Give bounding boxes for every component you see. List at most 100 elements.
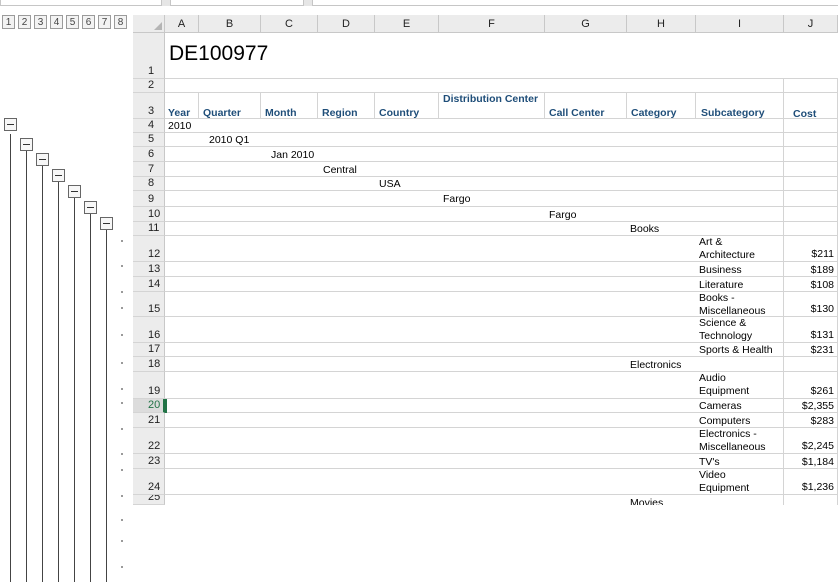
- header-subcategory[interactable]: Subcategory: [699, 107, 767, 119]
- row-header[interactable]: 9: [133, 191, 165, 207]
- header-category[interactable]: Category: [629, 107, 679, 119]
- collapse-quarter-button[interactable]: [20, 138, 33, 151]
- cell-cost[interactable]: $1,236: [784, 481, 836, 493]
- cell-subcategory[interactable]: Electronics - Miscellaneous: [697, 428, 777, 454]
- cell-category[interactable]: Movies: [628, 497, 665, 505]
- cell-category[interactable]: Electronics: [628, 359, 683, 371]
- cell-subcategory[interactable]: Literature: [697, 279, 745, 291]
- cell-cost[interactable]: $131: [784, 329, 836, 341]
- row-header[interactable]: 24: [133, 469, 165, 495]
- cell-cost[interactable]: $2,245: [784, 440, 836, 452]
- column-header-b[interactable]: B: [199, 15, 261, 33]
- header-year[interactable]: Year: [166, 107, 192, 119]
- row-header[interactable]: 10: [133, 207, 165, 222]
- column-header-i[interactable]: I: [696, 15, 784, 33]
- outline-level-3-button[interactable]: 3: [34, 15, 47, 29]
- row-header[interactable]: 18: [133, 357, 165, 372]
- column-header-e[interactable]: E: [375, 15, 439, 33]
- collapse-region-button[interactable]: [52, 169, 65, 182]
- cell-cost[interactable]: $231: [784, 344, 836, 356]
- cell-cost[interactable]: $211: [784, 248, 836, 260]
- outline-level-2-button[interactable]: 2: [18, 15, 31, 29]
- row-header[interactable]: 13: [133, 262, 165, 277]
- cell-category[interactable]: Books: [628, 223, 661, 235]
- row-header[interactable]: 25: [133, 495, 165, 505]
- cell-cost[interactable]: $189: [784, 264, 836, 276]
- row-header[interactable]: 12: [133, 236, 165, 262]
- outline-level-5-button[interactable]: 5: [66, 15, 79, 29]
- row-header[interactable]: 22: [133, 428, 165, 454]
- row-header[interactable]: 6: [133, 147, 165, 162]
- outline-pane: [0, 107, 128, 582]
- column-header-a[interactable]: A: [165, 15, 199, 33]
- row-header[interactable]: 16: [133, 317, 165, 343]
- cell-cost[interactable]: $261: [784, 385, 836, 397]
- row-header[interactable]: 2: [133, 79, 165, 93]
- select-all-corner[interactable]: [133, 15, 165, 33]
- outline-level-1-button[interactable]: 1: [2, 15, 15, 29]
- cell-quarter[interactable]: 2010 Q1: [207, 134, 251, 146]
- cell-subcategory[interactable]: Business: [697, 264, 744, 276]
- cell-subcategory[interactable]: TV's: [697, 456, 722, 468]
- column-header-d[interactable]: D: [318, 15, 375, 33]
- header-region[interactable]: Region: [320, 107, 360, 119]
- cell-cost[interactable]: $130: [784, 303, 836, 315]
- cell-year[interactable]: 2010: [166, 120, 193, 132]
- cell-distribution-center[interactable]: Fargo: [441, 193, 472, 205]
- header-country[interactable]: Country: [377, 107, 421, 119]
- collapse-distribution-center-button[interactable]: [84, 201, 97, 214]
- cell-country[interactable]: USA: [377, 178, 403, 190]
- column-header-f[interactable]: F: [439, 15, 545, 33]
- cell-subcategory[interactable]: Art & Architecture: [697, 236, 781, 262]
- cell-subcategory[interactable]: Sports & Health: [697, 344, 775, 356]
- header-month[interactable]: Month: [263, 107, 299, 119]
- row-header[interactable]: 11: [133, 222, 165, 236]
- row-header[interactable]: 21: [133, 413, 165, 428]
- cell-subcategory[interactable]: Audio Equipment: [697, 372, 757, 398]
- cell-subcategory[interactable]: Video Equipment: [697, 469, 757, 495]
- outline-level-4-button[interactable]: 4: [50, 15, 63, 29]
- row-header-selected[interactable]: 20: [133, 399, 165, 413]
- outline-level-7-button[interactable]: 7: [98, 15, 111, 29]
- name-box[interactable]: [0, 0, 162, 6]
- header-quarter[interactable]: Quarter: [201, 107, 243, 119]
- row-header[interactable]: 14: [133, 277, 165, 292]
- column-header-g[interactable]: G: [545, 15, 627, 33]
- row-header[interactable]: 23: [133, 454, 165, 469]
- row-header[interactable]: 3: [133, 93, 165, 119]
- cell-cost[interactable]: $2,355: [784, 400, 836, 412]
- cell-month[interactable]: Jan 2010: [269, 149, 316, 161]
- column-header-c[interactable]: C: [261, 15, 318, 33]
- row-header[interactable]: 17: [133, 343, 165, 357]
- cell-call-center[interactable]: Fargo: [547, 209, 578, 221]
- cell-subcategory[interactable]: Science & Technology: [697, 317, 767, 343]
- cell-region[interactable]: Central: [321, 164, 359, 176]
- row-header[interactable]: 15: [133, 292, 165, 317]
- row-header[interactable]: 8: [133, 177, 165, 191]
- column-header-h[interactable]: H: [627, 15, 696, 33]
- outline-level-6-button[interactable]: 6: [82, 15, 95, 29]
- cell-subcategory[interactable]: Books - Miscellaneous: [697, 292, 767, 318]
- column-header-j[interactable]: J: [784, 15, 838, 33]
- header-distribution-center[interactable]: Distribution Center: [441, 93, 541, 106]
- row-header[interactable]: 1: [133, 33, 165, 79]
- collapse-call-center-button[interactable]: [100, 217, 113, 230]
- cell-subcategory[interactable]: Cameras: [697, 400, 744, 412]
- formula-buttons: [170, 0, 304, 6]
- outline-level-8-button[interactable]: 8: [114, 15, 127, 29]
- collapse-year-2010-button[interactable]: [4, 118, 17, 131]
- collapse-country-button[interactable]: [68, 185, 81, 198]
- row-header[interactable]: 4: [133, 119, 165, 133]
- row-header[interactable]: 5: [133, 133, 165, 147]
- row-header[interactable]: 19: [133, 372, 165, 399]
- cell-cost[interactable]: $283: [784, 415, 836, 427]
- formula-bar[interactable]: [312, 0, 838, 6]
- header-cost[interactable]: Cost: [791, 108, 818, 120]
- sheet-title[interactable]: DE100977: [169, 42, 268, 66]
- cell-subcategory[interactable]: Computers: [697, 415, 752, 427]
- row-header[interactable]: 7: [133, 162, 165, 177]
- collapse-month-button[interactable]: [36, 153, 49, 166]
- cell-cost[interactable]: $108: [784, 279, 836, 291]
- header-call-center[interactable]: Call Center: [547, 107, 606, 119]
- cell-cost[interactable]: $1,184: [784, 456, 836, 468]
